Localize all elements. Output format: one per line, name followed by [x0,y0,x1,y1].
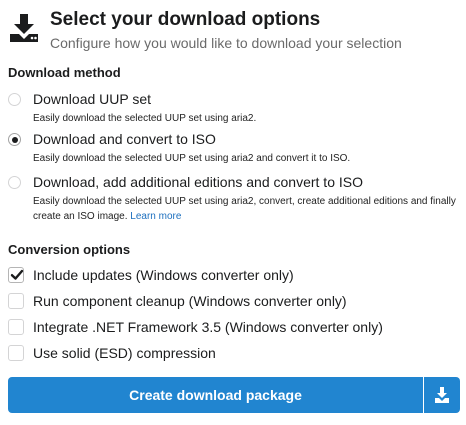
checkbox-integrate-netfx[interactable]: Integrate .NET Framework 3.5 (Windows co… [8,319,458,337]
radio-description-text: Easily download the selected UUP set usi… [33,196,456,222]
page-title: Select your download options [50,9,321,30]
download-icon-button[interactable] [424,377,460,413]
radio-download-additional-editions[interactable]: Download, add additional editions and co… [8,174,458,226]
conversion-options-heading: Conversion options [8,242,131,257]
radio-button[interactable] [8,176,21,189]
checkbox[interactable] [8,345,24,361]
radio-label[interactable]: Download UUP set [33,91,151,107]
checkbox-label[interactable]: Use solid (ESD) compression [33,345,216,361]
radio-button[interactable] [8,93,21,106]
radio-label[interactable]: Download, add additional editions and co… [33,174,363,190]
radio-button-selected[interactable] [8,133,21,146]
download-icon [435,387,449,403]
header: Select your download options Configure h… [8,8,458,52]
radio-label[interactable]: Download and convert to ISO [33,131,216,147]
radio-description: Easily download the selected UUP set usi… [33,153,351,164]
checkbox[interactable] [8,293,24,309]
radio-description: Easily download the selected UUP set usi… [33,113,257,124]
checkbox[interactable] [8,319,24,335]
radio-description: Easily download the selected UUP set usi… [33,194,458,224]
radio-download-convert-iso[interactable]: Download and convert to ISO Easily downl… [8,131,458,165]
checkbox-label[interactable]: Integrate .NET Framework 3.5 (Windows co… [33,319,383,335]
create-download-package-button[interactable]: Create download package [8,377,423,413]
radio-download-uup-set[interactable]: Download UUP set Easily download the sel… [8,91,458,125]
checkbox-checked[interactable] [8,267,24,283]
checkbox-component-cleanup[interactable]: Run component cleanup (Windows converter… [8,293,458,311]
checkmark-icon [10,269,24,280]
checkbox-label[interactable]: Include updates (Windows converter only) [33,267,294,283]
page-subtitle: Configure how you would like to download… [50,35,402,51]
download-method-heading: Download method [8,65,121,80]
download-icon [10,14,38,42]
create-download-button-group: Create download package [8,377,460,413]
checkbox-solid-compression[interactable]: Use solid (ESD) compression [8,345,458,363]
checkbox-label[interactable]: Run component cleanup (Windows converter… [33,293,347,309]
checkbox-include-updates[interactable]: Include updates (Windows converter only) [8,267,458,285]
learn-more-link[interactable]: Learn more [130,211,181,222]
